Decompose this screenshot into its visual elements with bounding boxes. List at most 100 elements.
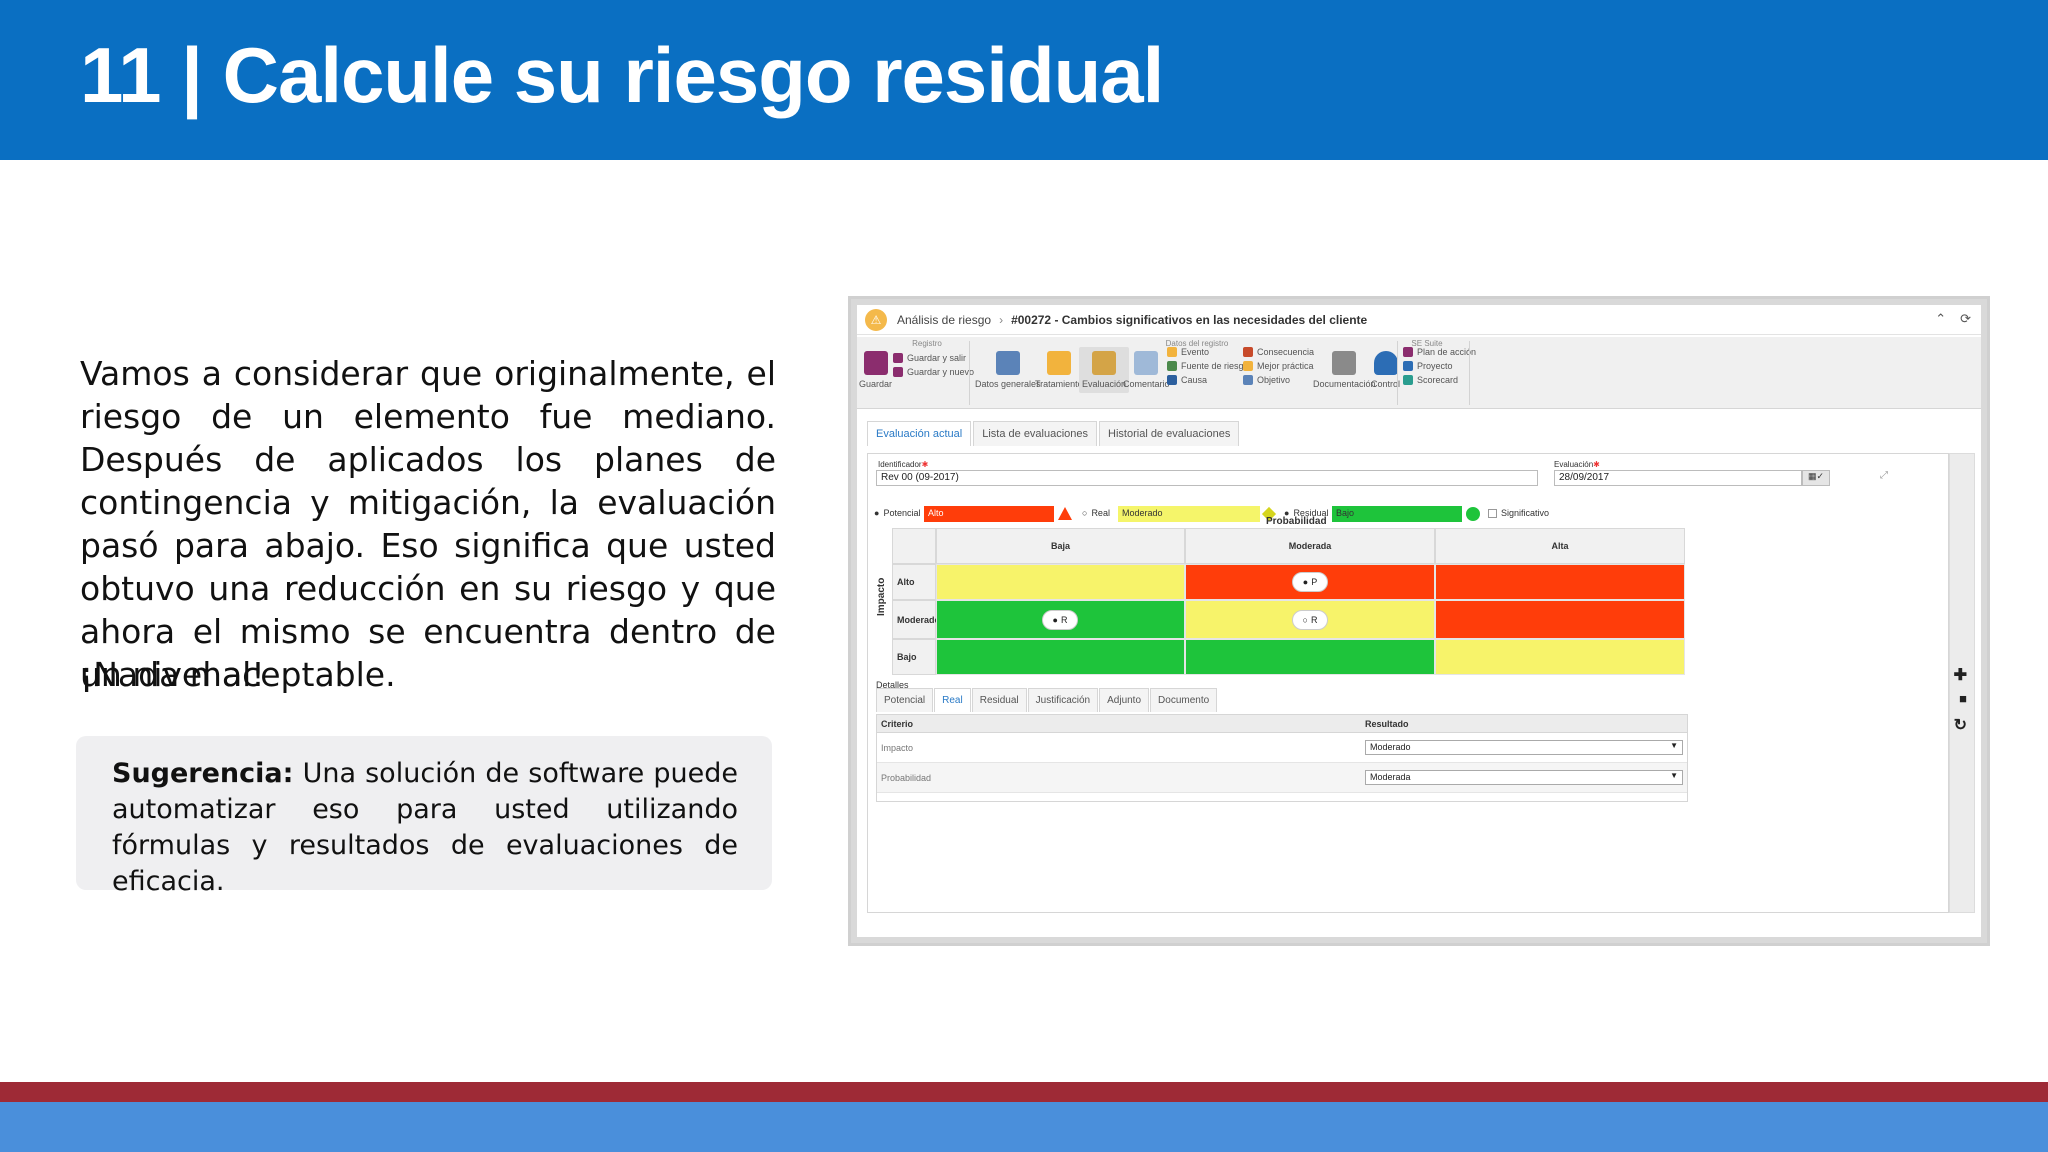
documentacion-label: Documentación [1313, 379, 1376, 389]
evaluacion-date-field[interactable]: 28/09/2017 [1554, 470, 1802, 486]
matrix-x-title: Probabilidad [1266, 516, 1327, 527]
tab-justificacion[interactable]: Justificación [1027, 688, 1099, 712]
tab-adjunto[interactable]: Adjunto [1099, 688, 1150, 712]
matrix-cell [1185, 639, 1435, 675]
ribbon-toolbar: Registro Datos del registro SE Suite Gua… [857, 337, 1981, 409]
matrix-y-title: Impacto [876, 577, 887, 616]
significativo-checkbox[interactable]: Significativo [1488, 508, 1549, 518]
guardar-nuevo-button[interactable]: Guardar y nuevo [893, 367, 974, 377]
evaluacion-button[interactable]: Evaluación [1079, 347, 1130, 393]
identificador-field[interactable]: Rev 00 (09-2017) [876, 470, 1538, 486]
impacto-select[interactable]: Moderado ▼ [1365, 740, 1683, 755]
comment-icon [1134, 351, 1159, 375]
add-icon[interactable]: ✚ [1954, 665, 1967, 685]
real-label-text: Real [1091, 508, 1110, 518]
exclamation-text: ¡Nada mal! [80, 655, 265, 694]
causa-button[interactable]: Causa [1167, 375, 1207, 385]
datos-generales-button[interactable]: Datos generales [975, 351, 1041, 389]
tree-icon [1167, 361, 1177, 371]
evaluacion-date-label: Evaluación✱ [1554, 460, 1600, 469]
refresh-icon[interactable]: ↻ [1954, 715, 1967, 735]
proyecto-button[interactable]: Proyecto [1403, 361, 1453, 371]
guardar-button[interactable]: Guardar [859, 351, 892, 389]
fuente-label: Fuente de riesgo [1181, 361, 1249, 371]
documentacion-button[interactable]: Documentación [1313, 351, 1376, 389]
potencial-label-text: Potencial [883, 508, 921, 518]
bomb-outline-icon: ○ [1082, 508, 1088, 518]
consecuencia-button[interactable]: Consecuencia [1243, 347, 1314, 357]
tab-historial-evaluaciones[interactable]: Historial de evaluaciones [1099, 421, 1240, 446]
folder-icon [1332, 351, 1357, 375]
residual-level-bar: Bajo [1332, 506, 1462, 522]
body-paragraph: Vamos a considerar que originalmente, el… [80, 354, 776, 694]
matrix-row-bajo: Bajo [892, 639, 936, 675]
refresh-icon[interactable]: ⟳ [1960, 311, 1971, 327]
save-icon [863, 351, 888, 375]
significativo-label: Significativo [1501, 508, 1550, 518]
breadcrumb-root[interactable]: Análisis de riesgo [897, 313, 991, 327]
tab-residual[interactable]: Residual [971, 688, 1027, 712]
ribbon-divider [969, 341, 970, 405]
matrix-col-moderada: Moderada [1185, 528, 1435, 564]
checkbox-icon[interactable] [1488, 508, 1497, 518]
comentario-button[interactable]: Comentario [1123, 351, 1170, 389]
plan-icon [1403, 347, 1413, 357]
marker-real-label: R [1310, 615, 1318, 625]
criterio-cell: Impacto [881, 743, 914, 753]
identificador-label: Identificador✱ [878, 460, 928, 469]
col-resultado: Resultado [1365, 719, 1409, 729]
collapse-icon[interactable]: ⌃ [1935, 311, 1946, 327]
app-window: ⚠ Análisis de riesgo › #00272 - Cambios … [848, 296, 1990, 946]
comentario-label: Comentario [1123, 379, 1170, 389]
expand-icon[interactable]: ⤢ [1880, 470, 1888, 481]
plan-accion-button[interactable]: Plan de acción [1403, 347, 1476, 357]
real-level-label: ○ Real [1082, 508, 1110, 518]
criterio-cell: Probabilidad [881, 773, 932, 783]
bomb-icon: ● [1302, 577, 1309, 587]
tab-documento[interactable]: Documento [1150, 688, 1218, 712]
required-icon: ✱ [1593, 460, 1600, 469]
bomb-icon: ● [1052, 615, 1058, 625]
project-icon [1403, 361, 1413, 371]
evaluacion-date-label-text: Evaluación [1554, 460, 1594, 469]
marker-residual[interactable]: ● R [1042, 610, 1078, 630]
bomb-icon: ● [874, 508, 880, 518]
form-icon [995, 351, 1020, 375]
record-title: #00272 - Cambios significativos en las n… [1011, 312, 1368, 327]
shield-icon [1373, 351, 1398, 375]
tab-evaluacion-actual[interactable]: Evaluación actual [867, 421, 972, 446]
table-row: Probabilidad Moderada ▼ [877, 763, 1687, 793]
target-icon [1243, 375, 1253, 385]
matrix-col-baja: Baja [936, 528, 1185, 564]
guardar-salir-button[interactable]: Guardar y salir [893, 353, 966, 363]
evaluacion-label: Evaluación [1082, 379, 1127, 389]
marker-real[interactable]: ○ R [1292, 610, 1328, 630]
matrix-cell [1435, 600, 1685, 639]
probabilidad-select[interactable]: Moderada ▼ [1365, 770, 1683, 785]
tab-potencial[interactable]: Potencial [876, 688, 934, 712]
star-icon [1243, 361, 1253, 371]
mejor-practica-button[interactable]: Mejor práctica [1243, 361, 1314, 371]
control-label: Control [1371, 379, 1401, 389]
calendar-icon[interactable]: ▦✓ [1802, 470, 1830, 486]
control-button[interactable]: Control [1371, 351, 1400, 389]
fuente-button[interactable]: Fuente de riesgo [1167, 361, 1249, 371]
probabilidad-select-value: Moderada [1370, 772, 1411, 782]
chevron-right-icon: › [999, 312, 1004, 327]
objetivo-button[interactable]: Objetivo [1243, 375, 1290, 385]
marker-potencial[interactable]: ● P [1292, 572, 1328, 592]
matrix-cell [936, 639, 1185, 675]
evento-button[interactable]: Evento [1167, 347, 1209, 357]
footer-blue-band [0, 1102, 2048, 1152]
proyecto-label: Proyecto [1417, 361, 1453, 371]
bandage-icon [1046, 351, 1071, 375]
evento-label: Evento [1181, 347, 1210, 357]
scorecard-button[interactable]: Scorecard [1403, 375, 1458, 385]
tratamiento-button[interactable]: Tratamiento [1035, 351, 1083, 389]
ribbon-divider [1469, 341, 1470, 405]
tab-real[interactable]: Real [934, 688, 971, 712]
tab-lista-evaluaciones[interactable]: Lista de evaluaciones [973, 421, 1098, 446]
save-new-icon [893, 367, 903, 377]
save-icon[interactable]: ■ [1959, 691, 1967, 706]
mejor-practica-label: Mejor práctica [1257, 361, 1314, 371]
